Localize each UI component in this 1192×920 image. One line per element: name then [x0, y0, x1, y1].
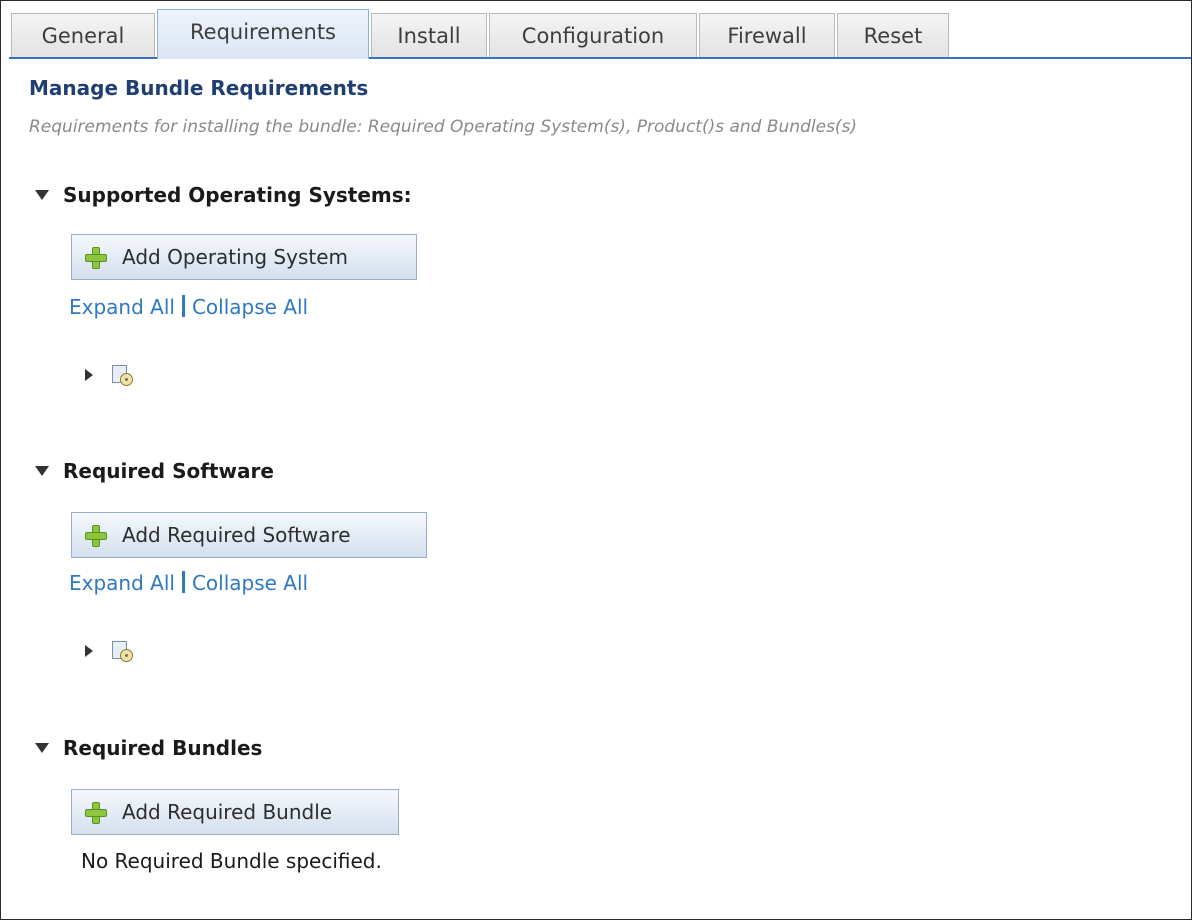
- section-heading-label: Supported Operating Systems:: [63, 183, 412, 207]
- page-subtitle: Requirements for installing the bundle: …: [29, 117, 858, 137]
- os-tree-node[interactable]: [85, 363, 134, 387]
- tab-reset[interactable]: Reset: [837, 13, 949, 57]
- chevron-right-icon[interactable]: [85, 369, 93, 381]
- tab-firewall[interactable]: Firewall: [699, 13, 835, 57]
- tab-bar: General Requirements Install Configurati…: [9, 9, 1191, 59]
- expand-collapse-links-os: Expand All Collapse All: [69, 295, 308, 319]
- operating-system-icon: [110, 363, 134, 387]
- add-required-bundle-button[interactable]: Add Required Bundle: [71, 789, 399, 835]
- collapse-all-link[interactable]: Collapse All: [192, 571, 308, 595]
- tab-configuration[interactable]: Configuration: [489, 13, 697, 57]
- section-heading-os[interactable]: Supported Operating Systems:: [35, 183, 412, 207]
- page-title: Manage Bundle Requirements: [29, 76, 369, 100]
- section-heading-bundles[interactable]: Required Bundles: [35, 736, 262, 760]
- expand-collapse-links-software: Expand All Collapse All: [69, 571, 308, 595]
- empty-bundles-message: No Required Bundle specified.: [81, 849, 382, 873]
- button-label: Add Required Bundle: [122, 800, 333, 824]
- chevron-down-icon[interactable]: [35, 742, 49, 753]
- link-separator: [181, 571, 185, 593]
- chevron-down-icon[interactable]: [35, 189, 49, 200]
- expand-all-link[interactable]: Expand All: [69, 295, 175, 319]
- collapse-all-link[interactable]: Collapse All: [192, 295, 308, 319]
- tab-requirements[interactable]: Requirements: [157, 9, 369, 59]
- button-label: Add Required Software: [122, 523, 351, 547]
- software-disc-icon: [110, 639, 134, 663]
- tab-general[interactable]: General: [11, 13, 155, 57]
- plus-icon: [84, 801, 108, 825]
- software-tree-node[interactable]: [85, 639, 134, 663]
- bundle-editor-panel: General Requirements Install Configurati…: [0, 0, 1192, 920]
- plus-icon: [84, 246, 108, 270]
- section-heading-label: Required Software: [63, 459, 274, 483]
- section-heading-label: Required Bundles: [63, 736, 263, 760]
- plus-icon: [84, 524, 108, 548]
- button-label: Add Operating System: [122, 245, 349, 269]
- chevron-down-icon[interactable]: [35, 465, 49, 476]
- tab-install[interactable]: Install: [371, 13, 487, 57]
- chevron-right-icon[interactable]: [85, 645, 93, 657]
- link-separator: [181, 295, 185, 317]
- add-required-software-button[interactable]: Add Required Software: [71, 512, 427, 558]
- expand-all-link[interactable]: Expand All: [69, 571, 175, 595]
- add-operating-system-button[interactable]: Add Operating System: [71, 234, 417, 280]
- section-heading-software[interactable]: Required Software: [35, 459, 274, 483]
